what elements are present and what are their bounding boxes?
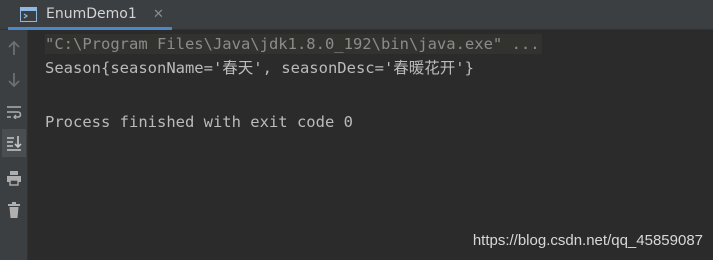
arrow-down-icon[interactable] [0,66,28,94]
run-tab-bar: EnumDemo1 ✕ [0,0,713,30]
console-output[interactable]: "C:\Program Files\Java\jdk1.8.0_192\bin\… [29,30,713,260]
console-toolbar [0,30,28,260]
tab-enumdemo1[interactable]: EnumDemo1 ✕ [8,0,172,30]
arrow-up-icon[interactable] [0,34,28,62]
print-icon[interactable] [0,164,28,192]
soft-wrap-icon[interactable] [0,98,28,126]
program-output: Season{seasonName='春天', seasonDesc='春暖花开… [45,59,474,77]
exit-message: Process finished with exit code 0 [45,113,353,131]
watermark: https://blog.csdn.net/qq_45859087 [472,232,703,249]
tab-label: EnumDemo1 [46,6,137,22]
command-line[interactable]: "C:\Program Files\Java\jdk1.8.0_192\bin\… [45,34,542,54]
close-icon[interactable]: ✕ [153,6,164,23]
run-config-icon [20,7,37,22]
scroll-to-end-icon[interactable] [2,129,26,157]
trash-icon[interactable] [0,196,28,224]
